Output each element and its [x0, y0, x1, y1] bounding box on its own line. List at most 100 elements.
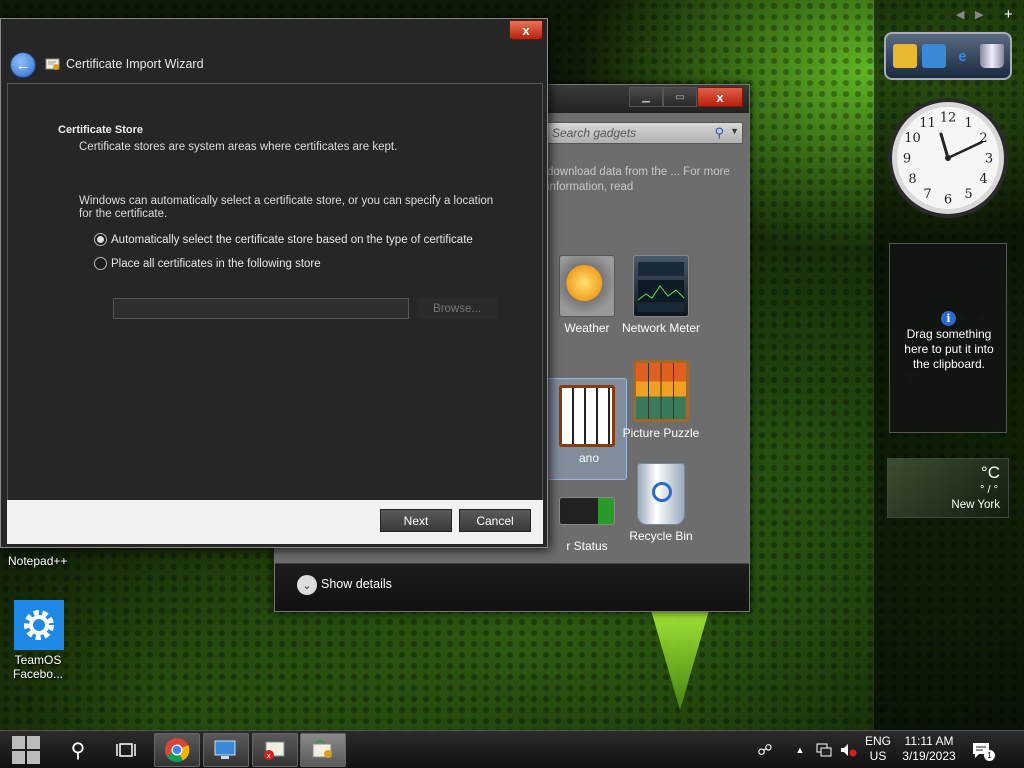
- teamos-label-line1: TeamOS: [14, 653, 62, 667]
- battery-status-icon: [559, 497, 615, 525]
- network-icon[interactable]: [814, 731, 834, 768]
- clock-datetime[interactable]: 11:11 AM 3/19/2023: [898, 734, 960, 764]
- clock-numeral: 4: [979, 172, 987, 187]
- browse-button: Browse...: [417, 298, 497, 319]
- gadget-label: Network Meter: [621, 321, 701, 335]
- radio-auto[interactable]: [94, 233, 107, 246]
- monitor-icon: [214, 740, 236, 759]
- cancel-button[interactable]: Cancel: [459, 509, 531, 532]
- internet-explorer-icon[interactable]: e: [951, 44, 975, 68]
- gadget-weather[interactable]: Weather: [547, 255, 627, 335]
- clock-numeral: 9: [903, 152, 911, 167]
- notification-count: 1: [984, 750, 995, 761]
- gadget-recycle-bin[interactable]: Recycle Bin: [621, 463, 701, 543]
- page-instruction: Windows can automatically select a certi…: [79, 195, 494, 220]
- taskbar: ⚲ x ☍ ▲ ENG US 11:11 AM 3/19/2023 1: [0, 730, 1024, 768]
- teamos-label-line2: Facebo...: [12, 667, 64, 681]
- taskbar-time: 11:11 AM: [904, 734, 954, 748]
- wallpaper-accent: [648, 600, 712, 710]
- clock-numeral: 5: [964, 187, 972, 202]
- weather-hilo: ° / °: [980, 484, 998, 496]
- sidebar-prev-icon[interactable]: ◀: [956, 8, 964, 21]
- page-description: Certificate stores are system areas wher…: [79, 141, 398, 153]
- page-heading: Certificate Store: [58, 124, 143, 136]
- task-view-icon[interactable]: [112, 731, 140, 768]
- radio-manual[interactable]: [94, 257, 107, 270]
- piano-icon: [559, 385, 615, 447]
- language-code: ENG: [864, 734, 891, 748]
- gadget-battery-status[interactable]: r Status: [547, 481, 627, 553]
- gallery-close-button[interactable]: x: [697, 87, 743, 107]
- recycle-bin-icon: [637, 463, 685, 525]
- add-gadget-icon[interactable]: +: [1004, 6, 1013, 23]
- desktop-icon-notepadpp-label[interactable]: Notepad++: [8, 554, 67, 568]
- wizard-title: Certificate Import Wizard: [66, 57, 204, 71]
- weather-gadget[interactable]: °C ° / ° New York: [887, 458, 1009, 518]
- teamos-desktop-icon[interactable]: [14, 600, 64, 650]
- wizard-content: Certificate Store Certificate stores are…: [7, 83, 543, 501]
- clock-numeral: 8: [908, 172, 916, 187]
- show-details-link[interactable]: Show details: [321, 577, 392, 591]
- certificate-error-icon: x: [264, 741, 285, 760]
- clock-numeral: 11: [919, 116, 936, 131]
- picture-puzzle-icon: [633, 360, 689, 422]
- clock-numeral: 6: [944, 193, 952, 208]
- language-indicator[interactable]: ENG US: [864, 734, 892, 764]
- system-app-taskbar-icon[interactable]: [203, 733, 249, 767]
- weather-icon: [559, 255, 615, 317]
- computer-icon[interactable]: [921, 44, 946, 68]
- chevron-up-icon[interactable]: ▲: [792, 731, 808, 768]
- clock-numeral: 10: [904, 131, 921, 146]
- gadget-piano[interactable]: ano: [547, 378, 627, 480]
- chevron-down-icon[interactable]: ▼: [730, 126, 739, 136]
- chrome-icon: [165, 738, 190, 763]
- info-icon: i: [941, 311, 956, 326]
- certificate-import-wizard: x ← Certificate Import Wizard Certificat…: [0, 18, 548, 548]
- cert-wizard-taskbar-icon[interactable]: [300, 733, 346, 767]
- search-placeholder: Search gadgets: [552, 126, 637, 140]
- next-button[interactable]: Next: [380, 509, 452, 532]
- sidebar-next-icon[interactable]: ▶: [975, 8, 983, 21]
- gadget-label: Weather: [564, 321, 610, 335]
- certificate-icon: [312, 739, 332, 758]
- certificate-icon: [45, 58, 60, 70]
- option-auto-select[interactable]: Automatically select the certificate sto…: [94, 233, 473, 246]
- gear-icon: [24, 610, 54, 640]
- option-manual-store[interactable]: Place all certificates in the following …: [94, 257, 321, 270]
- recycle-bin-icon[interactable]: [979, 44, 1004, 68]
- certificate-store-field: [113, 298, 409, 319]
- search-gadgets-input[interactable]: Search gadgets ⚲ ▼: [547, 122, 743, 144]
- windows-logo-icon: [12, 736, 40, 764]
- taskbar-date: 3/19/2023: [902, 749, 956, 763]
- action-center-icon[interactable]: 1: [970, 731, 995, 768]
- clock-numeral: 12: [940, 111, 957, 126]
- weather-unit: °C: [980, 463, 1000, 482]
- back-arrow-icon[interactable]: ←: [10, 52, 36, 78]
- gadget-label: Picture Puzzle: [622, 426, 700, 440]
- gadget-network-meter[interactable]: Network Meter: [621, 255, 701, 335]
- clock-numeral: 1: [964, 116, 972, 131]
- chevron-down-icon[interactable]: ⌄: [297, 575, 317, 595]
- folder-icon[interactable]: [892, 44, 917, 68]
- clock-numeral: 7: [923, 187, 931, 202]
- start-button[interactable]: [8, 731, 44, 768]
- search-icon[interactable]: ⚲: [714, 125, 724, 141]
- clock-numeral: 3: [985, 152, 993, 167]
- launcher-gadget: e: [884, 32, 1012, 80]
- search-icon[interactable]: ⚲: [64, 731, 92, 768]
- gadget-picture-puzzle[interactable]: Picture Puzzle: [621, 360, 701, 440]
- desktop-icon-teamos-label[interactable]: TeamOS Facebo...: [6, 653, 70, 681]
- clipboard-gadget[interactable]: i Drag something here to put it into the…: [889, 243, 1007, 433]
- volume-muted-icon[interactable]: [838, 731, 860, 768]
- minimize-button[interactable]: ▁: [629, 87, 663, 107]
- cert-manager-taskbar-icon[interactable]: x: [252, 733, 298, 767]
- maximize-button[interactable]: ▭: [663, 87, 697, 107]
- svg-text:x: x: [267, 752, 271, 760]
- people-icon[interactable]: ☍: [754, 731, 776, 768]
- close-button[interactable]: x: [509, 20, 543, 40]
- gallery-info-text: download data from the ... For more info…: [547, 166, 730, 193]
- option-manual-label: Place all certificates in the following …: [111, 257, 321, 270]
- gadget-label: Recycle Bin: [629, 529, 693, 543]
- gadget-label: ano: [578, 451, 600, 465]
- chrome-taskbar-icon[interactable]: [154, 733, 200, 767]
